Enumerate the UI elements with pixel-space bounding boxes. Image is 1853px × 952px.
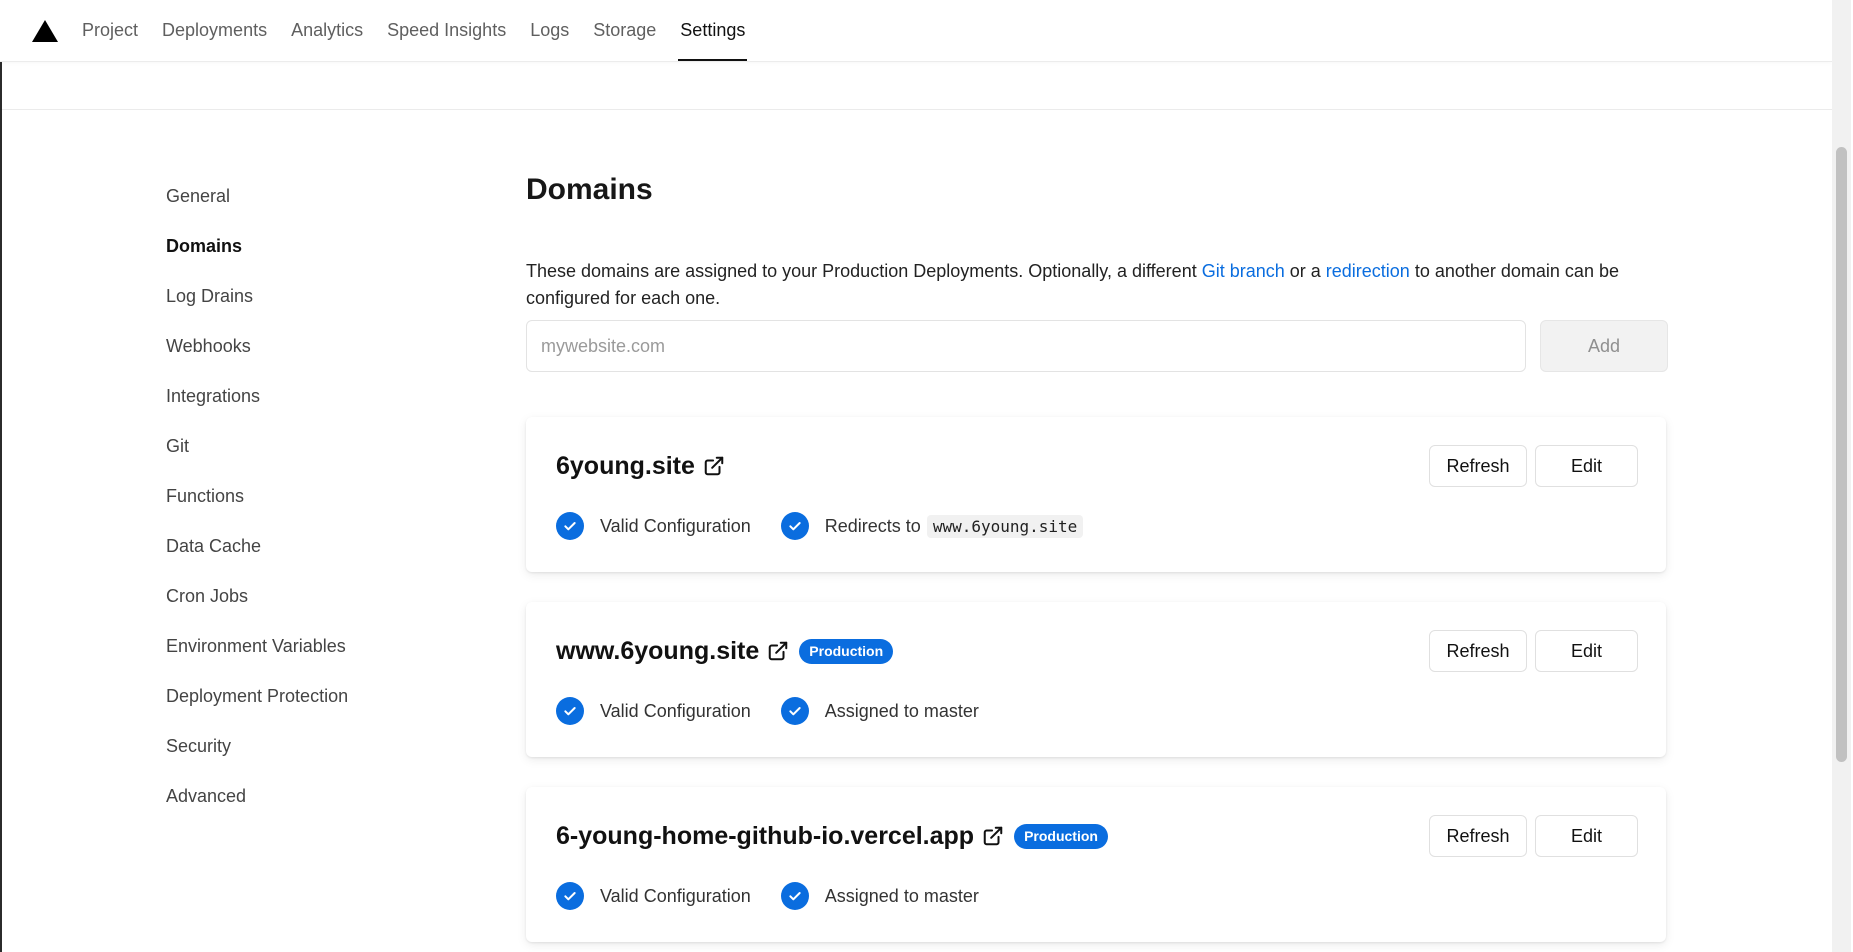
production-badge: Production [1014, 823, 1108, 849]
status-valid-configuration: Valid Configuration [556, 882, 751, 910]
settings-sidebar: General Domains Log Drains Webhooks Inte… [166, 171, 348, 821]
external-link-icon[interactable] [703, 455, 725, 477]
domain-card-actions: Refresh Edit [1429, 815, 1638, 857]
sidebar-item-cron-jobs[interactable]: Cron Jobs [166, 571, 348, 621]
tab-analytics[interactable]: Analytics [279, 0, 375, 61]
tab-storage[interactable]: Storage [581, 0, 668, 61]
refresh-button[interactable]: Refresh [1429, 630, 1527, 672]
git-branch-link[interactable]: Git branch [1202, 261, 1285, 281]
domain-name[interactable]: 6young.site [556, 452, 695, 481]
domain-status-row: Valid Configuration Assigned to master [556, 696, 1009, 726]
sidebar-item-integrations[interactable]: Integrations [166, 371, 348, 421]
header-divider [2, 109, 1832, 110]
sidebar-item-advanced[interactable]: Advanced [166, 771, 348, 821]
domain-status-row: Valid Configuration Assigned to master [556, 881, 1009, 911]
description-mid: or a [1284, 261, 1326, 281]
domains-description: These domains are assigned to your Produ… [526, 258, 1668, 312]
tab-deployments[interactable]: Deployments [150, 0, 279, 61]
add-domain-button[interactable]: Add [1540, 320, 1668, 372]
check-circle-icon [780, 512, 809, 540]
vercel-logo-icon[interactable] [32, 20, 58, 42]
domain-card: www.6young.site Production Refresh Edit … [526, 602, 1666, 757]
sidebar-item-git[interactable]: Git [166, 421, 348, 471]
status-label: Redirects to [824, 515, 921, 536]
sidebar-item-deployment-protection[interactable]: Deployment Protection [166, 671, 348, 721]
check-circle-icon [556, 882, 584, 910]
domain-input[interactable] [526, 320, 1526, 372]
tab-speed-insights[interactable]: Speed Insights [375, 0, 518, 61]
redirect-target-code: www.6young.site [926, 514, 1084, 538]
status-redirects: Redirects to www.6young.site [780, 512, 1084, 540]
domain-name[interactable]: www.6young.site [556, 637, 759, 666]
edit-button[interactable]: Edit [1535, 445, 1638, 487]
sidebar-item-functions[interactable]: Functions [166, 471, 348, 521]
status-valid-configuration: Valid Configuration [556, 512, 751, 540]
sidebar-item-environment-variables[interactable]: Environment Variables [166, 621, 348, 671]
domain-card-header: 6-young-home-github-io.vercel.app Produc… [556, 817, 1108, 855]
tab-project[interactable]: Project [70, 0, 150, 61]
scrollbar[interactable] [1832, 0, 1851, 952]
check-circle-icon [780, 697, 809, 725]
refresh-button[interactable]: Refresh [1429, 445, 1527, 487]
check-circle-icon [780, 882, 809, 910]
sidebar-item-domains[interactable]: Domains [166, 221, 348, 271]
production-badge: Production [799, 638, 894, 664]
sidebar-item-security[interactable]: Security [166, 721, 348, 771]
status-label: Valid Configuration [600, 515, 751, 536]
domain-card: 6young.site Refresh Edit Valid Configura… [526, 417, 1666, 572]
sidebar-item-general[interactable]: General [166, 171, 348, 221]
edit-button[interactable]: Edit [1535, 630, 1638, 672]
status-label: Assigned to master [824, 885, 979, 906]
status-label: Valid Configuration [600, 700, 751, 721]
status-label: Assigned to master [824, 700, 979, 721]
external-link-icon[interactable] [982, 825, 1004, 847]
domain-card-header: www.6young.site Production [556, 632, 894, 670]
tab-settings[interactable]: Settings [668, 0, 757, 61]
sidebar-item-log-drains[interactable]: Log Drains [166, 271, 348, 321]
domain-card-actions: Refresh Edit [1429, 445, 1638, 487]
status-valid-configuration: Valid Configuration [556, 697, 751, 725]
scrollbar-thumb[interactable] [1836, 147, 1847, 762]
refresh-button[interactable]: Refresh [1429, 815, 1527, 857]
status-assigned-branch: Assigned to master [780, 697, 979, 725]
status-assigned-branch: Assigned to master [780, 882, 979, 910]
edit-button[interactable]: Edit [1535, 815, 1638, 857]
nav-tabs: Project Deployments Analytics Speed Insi… [70, 0, 757, 61]
redirection-link[interactable]: redirection [1326, 261, 1410, 281]
domain-name[interactable]: 6-young-home-github-io.vercel.app [556, 822, 974, 851]
domain-card-actions: Refresh Edit [1429, 630, 1638, 672]
status-label: Valid Configuration [600, 885, 751, 906]
page-title: Domains [526, 173, 653, 206]
check-circle-icon [556, 697, 584, 725]
sidebar-item-webhooks[interactable]: Webhooks [166, 321, 348, 371]
external-link-icon[interactable] [767, 640, 789, 662]
sidebar-item-data-cache[interactable]: Data Cache [166, 521, 348, 571]
check-circle-icon [556, 512, 584, 540]
top-navigation: Project Deployments Analytics Speed Insi… [0, 0, 1832, 61]
description-prefix: These domains are assigned to your Produ… [526, 261, 1202, 281]
domain-card: 6-young-home-github-io.vercel.app Produc… [526, 787, 1666, 942]
tab-logs[interactable]: Logs [518, 0, 581, 61]
domain-card-header: 6young.site [556, 447, 725, 485]
domain-status-row: Valid Configuration Redirects to www.6yo… [556, 511, 1113, 541]
